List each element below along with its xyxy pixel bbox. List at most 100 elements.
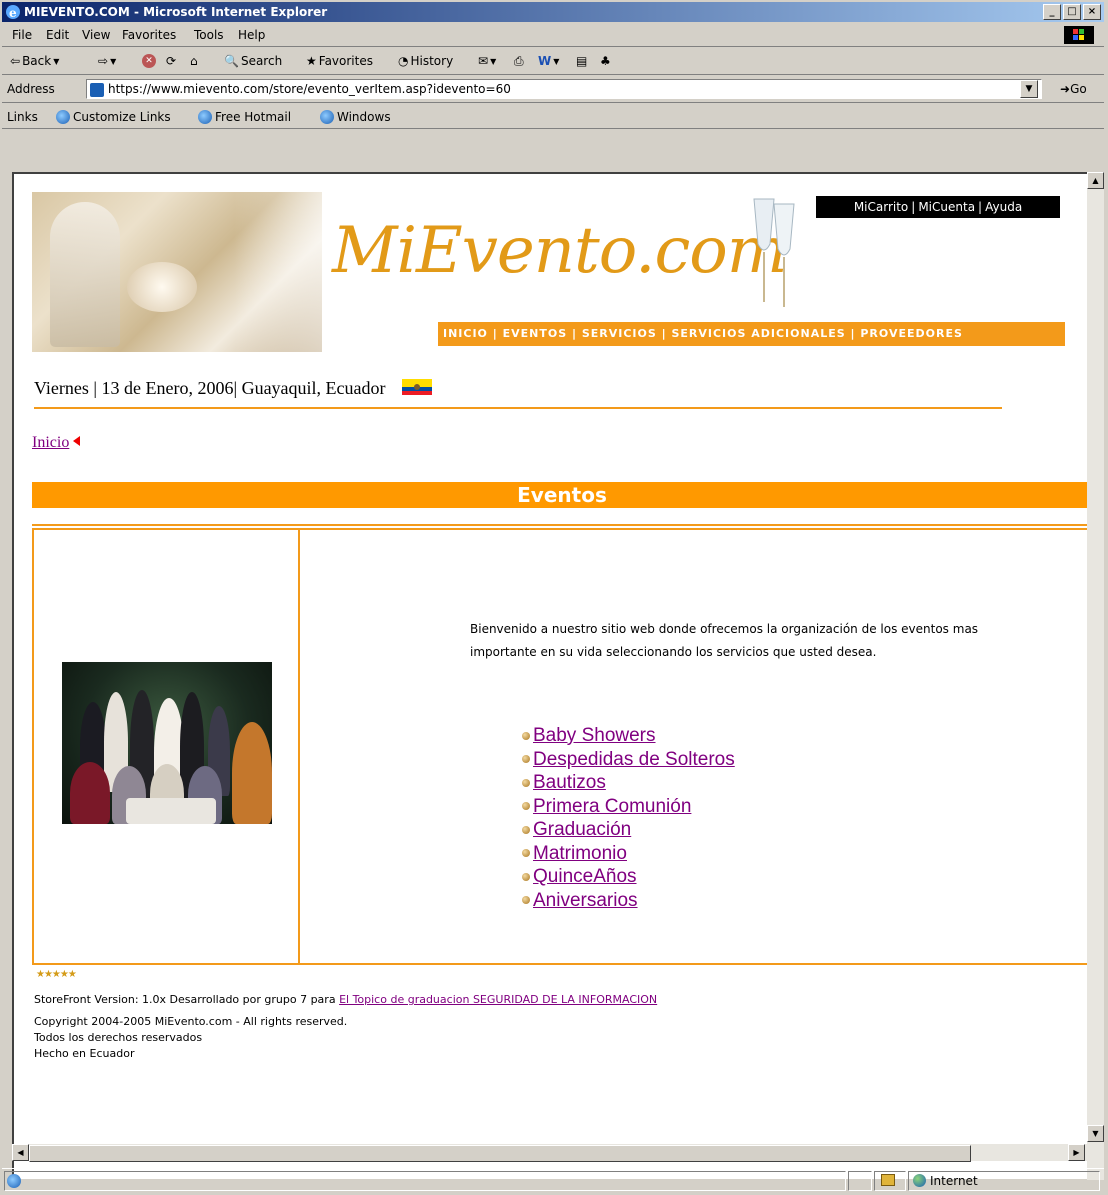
address-dropdown-button[interactable]: ▼ — [1020, 80, 1038, 98]
scroll-up-button[interactable]: ▲ — [1087, 172, 1104, 189]
bullet-icon — [522, 872, 530, 881]
list-item: Matrimonio — [522, 842, 735, 866]
chevron-down-icon: ▼ — [553, 56, 560, 66]
event-link-baby-showers[interactable]: Baby Showers — [533, 724, 656, 748]
breadcrumb: Inicio — [32, 434, 81, 452]
scroll-thumb[interactable] — [29, 1145, 971, 1162]
back-button[interactable]: ⇦ Back ▼ — [10, 54, 59, 68]
forward-arrow-icon: ⇨ — [98, 54, 109, 68]
event-link-graduacion[interactable]: Graduación — [533, 818, 631, 842]
refresh-button[interactable]: ⟳ — [166, 54, 176, 68]
mi-carrito-link[interactable]: MiCarrito — [854, 200, 908, 214]
menu-tools[interactable]: Tools — [194, 28, 224, 42]
nav-servicios-adicionales[interactable]: SERVICIOS ADICIONALES — [671, 327, 845, 340]
bullet-icon — [522, 849, 530, 858]
vertical-scrollbar[interactable]: ▲ ▼ — [1087, 172, 1104, 1180]
home-button[interactable]: ⌂ — [190, 54, 198, 68]
mi-cuenta-link[interactable]: MiCuenta — [918, 200, 975, 214]
print-button[interactable]: ⎙ — [514, 54, 524, 69]
address-input[interactable]: https://www.mievento.com/store/evento_ve… — [86, 79, 1042, 99]
welcome-line-2: importante en su vida seleccionando los … — [470, 645, 877, 659]
page-status-icon — [7, 1174, 21, 1188]
window-title: MIEVENTO.COM - Microsoft Internet Explor… — [24, 5, 328, 19]
nav-eventos[interactable]: EVENTOS — [503, 327, 568, 340]
link-windows[interactable]: Windows — [320, 110, 391, 124]
ayuda-link[interactable]: Ayuda — [985, 200, 1022, 214]
footer: StoreFront Version: 1.0x Desarrollado po… — [34, 992, 657, 1062]
nav-servicios[interactable]: SERVICIOS — [582, 327, 657, 340]
menu-edit[interactable]: Edit — [46, 28, 69, 42]
mail-button[interactable]: ✉ ▼ — [478, 54, 496, 68]
events-list: Baby Showers Despedidas de Solteros Baut… — [522, 724, 735, 912]
event-link-bautizos[interactable]: Bautizos — [533, 771, 606, 795]
favorites-label: Favorites — [318, 54, 373, 68]
link-customize[interactable]: Customize Links — [56, 110, 171, 124]
page-viewport: MiEvento.com MiCarrito | MiCuenta | Ayuda IN… — [12, 172, 1092, 1179]
champagne-glasses-icon — [753, 198, 795, 307]
mail-icon: ✉ — [478, 54, 489, 68]
menu-bar: File Edit View Favorites Tools Help — [2, 24, 1104, 47]
horizontal-scrollbar[interactable]: ◀ ▶ — [12, 1144, 1104, 1162]
main-nav: INICIO | EVENTOS | SERVICIOS | SERVICIOS… — [438, 322, 1065, 346]
edit-button[interactable]: W ▼ — [538, 54, 559, 68]
svg-text:e: e — [9, 6, 17, 20]
site-logo[interactable]: MiEvento.com — [332, 214, 787, 288]
discuss-button[interactable]: ▤ — [576, 54, 587, 68]
status-bar: Internet — [2, 1168, 1104, 1191]
breadcrumb-inicio-link[interactable]: Inicio — [32, 434, 69, 451]
menu-file[interactable]: File — [12, 28, 32, 42]
messenger-button[interactable]: ♣ — [600, 54, 611, 68]
chevron-down-icon: ▼ — [110, 56, 117, 66]
welcome-line-1: Bienvenido a nuestro sitio web donde ofr… — [470, 622, 979, 636]
footer-made: Hecho en Ecuador — [34, 1047, 135, 1060]
history-label: History — [410, 54, 454, 68]
welcome-text: Bienvenido a nuestro sitio web donde ofr… — [470, 618, 1040, 664]
date-text: Viernes | 13 de Enero, 2006| Guayaquil, … — [34, 378, 386, 398]
bullet-icon — [522, 802, 530, 811]
link-hotmail-label: Free Hotmail — [215, 110, 292, 124]
event-link-quince-anos[interactable]: QuinceAños — [533, 865, 637, 889]
link-hotmail[interactable]: Free Hotmail — [198, 110, 291, 124]
print-icon: ⎙ — [514, 54, 524, 68]
divider — [34, 407, 1002, 409]
footer-topic-link[interactable]: El Topico de graduacion SEGURIDAD DE LA … — [339, 993, 657, 1006]
go-button[interactable]: ➜Go — [1060, 82, 1087, 96]
list-item: Primera Comunión — [522, 795, 735, 819]
chevron-down-icon: ▼ — [1025, 84, 1033, 94]
chevron-down-icon: ▼ — [53, 56, 60, 66]
title-bar: e MIEVENTO.COM - Microsoft Internet Expl… — [2, 2, 1104, 22]
close-button[interactable]: × — [1083, 4, 1101, 20]
link-windows-label: Windows — [337, 110, 391, 124]
menu-help[interactable]: Help — [238, 28, 265, 42]
menu-view[interactable]: View — [82, 28, 110, 42]
event-link-matrimonio[interactable]: Matrimonio — [533, 842, 627, 866]
minimize-button[interactable]: _ — [1043, 4, 1061, 20]
scroll-right-button[interactable]: ▶ — [1068, 1144, 1085, 1161]
list-item: QuinceAños — [522, 865, 735, 889]
event-link-primera-comunion[interactable]: Primera Comunión — [533, 795, 691, 819]
scroll-left-button[interactable]: ◀ — [12, 1144, 29, 1161]
messenger-icon: ♣ — [600, 54, 611, 68]
menu-favorites[interactable]: Favorites — [122, 28, 176, 42]
flowers — [127, 262, 197, 312]
list-item: Bautizos — [522, 771, 735, 795]
scroll-down-button[interactable]: ▼ — [1087, 1125, 1104, 1142]
footer-version-text: StoreFront Version: 1.0x Desarrollado po… — [34, 993, 336, 1006]
event-link-despedidas[interactable]: Despedidas de Solteros — [533, 748, 735, 772]
stop-button[interactable]: ✕ — [142, 54, 156, 68]
history-button[interactable]: ◔ History — [398, 54, 453, 68]
nav-proveedores[interactable]: PROVEEDORES — [860, 327, 963, 340]
search-button[interactable]: 🔍 Search — [224, 54, 282, 68]
standard-toolbar: ⇦ Back ▼ ⇨ ▼ ✕ ⟳ ⌂ 🔍 Search ★ Favorites ◔ Hist… — [2, 48, 1104, 75]
favorites-button[interactable]: ★ Favorites — [306, 54, 373, 68]
forward-button[interactable]: ⇨ ▼ — [98, 54, 116, 68]
events-panel: Bienvenido a nuestro sitio web donde ofr… — [32, 528, 1092, 965]
event-link-aniversarios[interactable]: Aniversarios — [533, 889, 638, 913]
maximize-button[interactable]: □ — [1063, 4, 1081, 20]
ie-page-icon — [198, 110, 212, 124]
zone-label: Internet — [930, 1174, 978, 1188]
bullet-icon — [522, 896, 530, 905]
list-item: Graduación — [522, 818, 735, 842]
nav-inicio[interactable]: INICIO — [443, 327, 488, 340]
rating-stars-icon: ★★★★★ — [36, 969, 77, 980]
